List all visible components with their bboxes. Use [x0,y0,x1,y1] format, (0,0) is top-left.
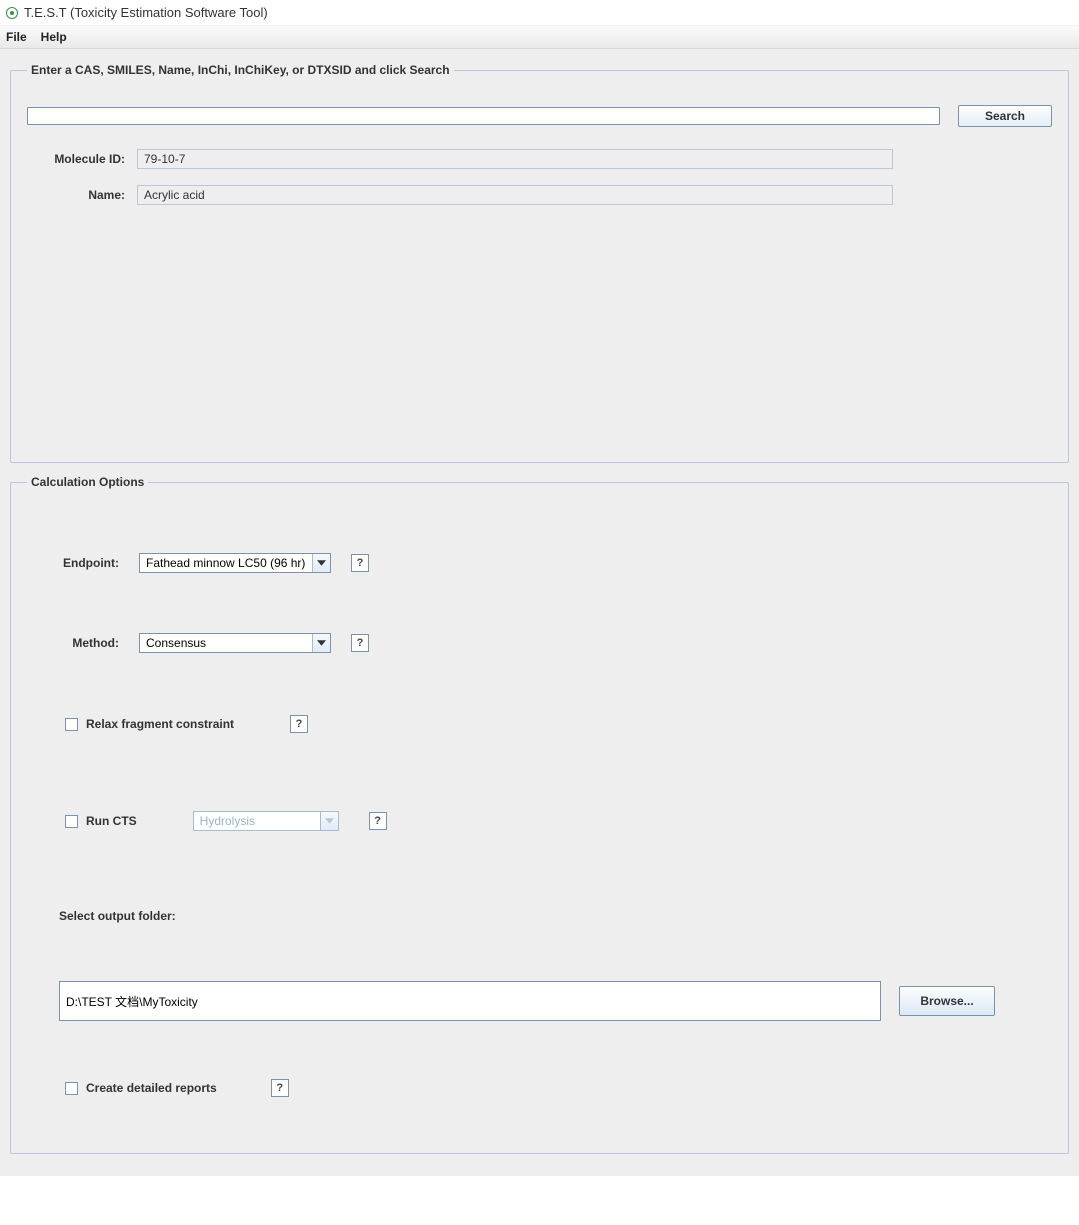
output-folder-input[interactable] [59,981,881,1021]
search-button[interactable]: Search [958,105,1052,127]
title-bar: T.E.S.T (Toxicity Estimation Software To… [0,0,1079,25]
name-row: Name: Acrylic acid [27,185,1052,205]
detailed-reports-checkbox[interactable] [65,1082,78,1095]
run-cts-row: Run CTS Hydrolysis ? [27,811,1052,831]
endpoint-combo[interactable]: Fathead minnow LC50 (96 hr) [139,553,331,573]
run-cts-label: Run CTS [86,814,137,828]
detailed-reports-label: Create detailed reports [86,1081,217,1095]
relax-fragment-label: Relax fragment constraint [86,717,234,731]
method-help-button[interactable]: ? [351,634,369,652]
endpoint-label: Endpoint: [27,556,119,570]
search-group: Enter a CAS, SMILES, Name, InChi, InChiK… [10,63,1069,463]
relax-help-button[interactable]: ? [290,715,308,733]
output-folder-label: Select output folder: [59,909,1052,923]
method-row: Method: Consensus ? [27,633,1052,653]
calculation-legend: Calculation Options [27,475,148,489]
method-combo[interactable]: Consensus [139,633,331,653]
app-icon [6,7,18,19]
endpoint-help-button[interactable]: ? [351,554,369,572]
chevron-down-icon [312,554,330,572]
window-title: T.E.S.T (Toxicity Estimation Software To… [24,5,268,20]
molecule-id-label: Molecule ID: [27,152,137,166]
method-label: Method: [27,636,119,650]
method-value: Consensus [140,636,312,650]
menu-bar: File Help [0,25,1079,49]
relax-fragment-row: Relax fragment constraint ? [27,715,1052,733]
run-cts-checkbox[interactable] [65,815,78,828]
browse-button[interactable]: Browse... [899,986,995,1016]
cts-value: Hydrolysis [194,814,320,828]
menu-help[interactable]: Help [41,30,67,44]
main-content: Enter a CAS, SMILES, Name, InChi, InChiK… [0,49,1079,1176]
molecule-id-value: 79-10-7 [137,149,893,169]
endpoint-value: Fathead minnow LC50 (96 hr) [140,556,312,570]
calculation-group: Calculation Options Endpoint: Fathead mi… [10,475,1069,1154]
menu-file[interactable]: File [6,30,27,44]
name-value: Acrylic acid [137,185,893,205]
cts-help-button[interactable]: ? [369,812,387,830]
chevron-down-icon [312,634,330,652]
chevron-down-icon [320,812,338,830]
search-row: Search [27,105,1052,127]
relax-fragment-checkbox[interactable] [65,718,78,731]
molecule-id-row: Molecule ID: 79-10-7 [27,149,1052,169]
detailed-help-button[interactable]: ? [271,1079,289,1097]
detailed-reports-row: Create detailed reports ? [27,1079,1052,1097]
cts-combo: Hydrolysis [193,811,339,831]
output-row: Browse... [59,981,1052,1021]
search-legend: Enter a CAS, SMILES, Name, InChi, InChiK… [27,63,454,77]
name-label: Name: [27,188,137,202]
endpoint-row: Endpoint: Fathead minnow LC50 (96 hr) ? [27,553,1052,573]
search-input[interactable] [27,107,940,125]
